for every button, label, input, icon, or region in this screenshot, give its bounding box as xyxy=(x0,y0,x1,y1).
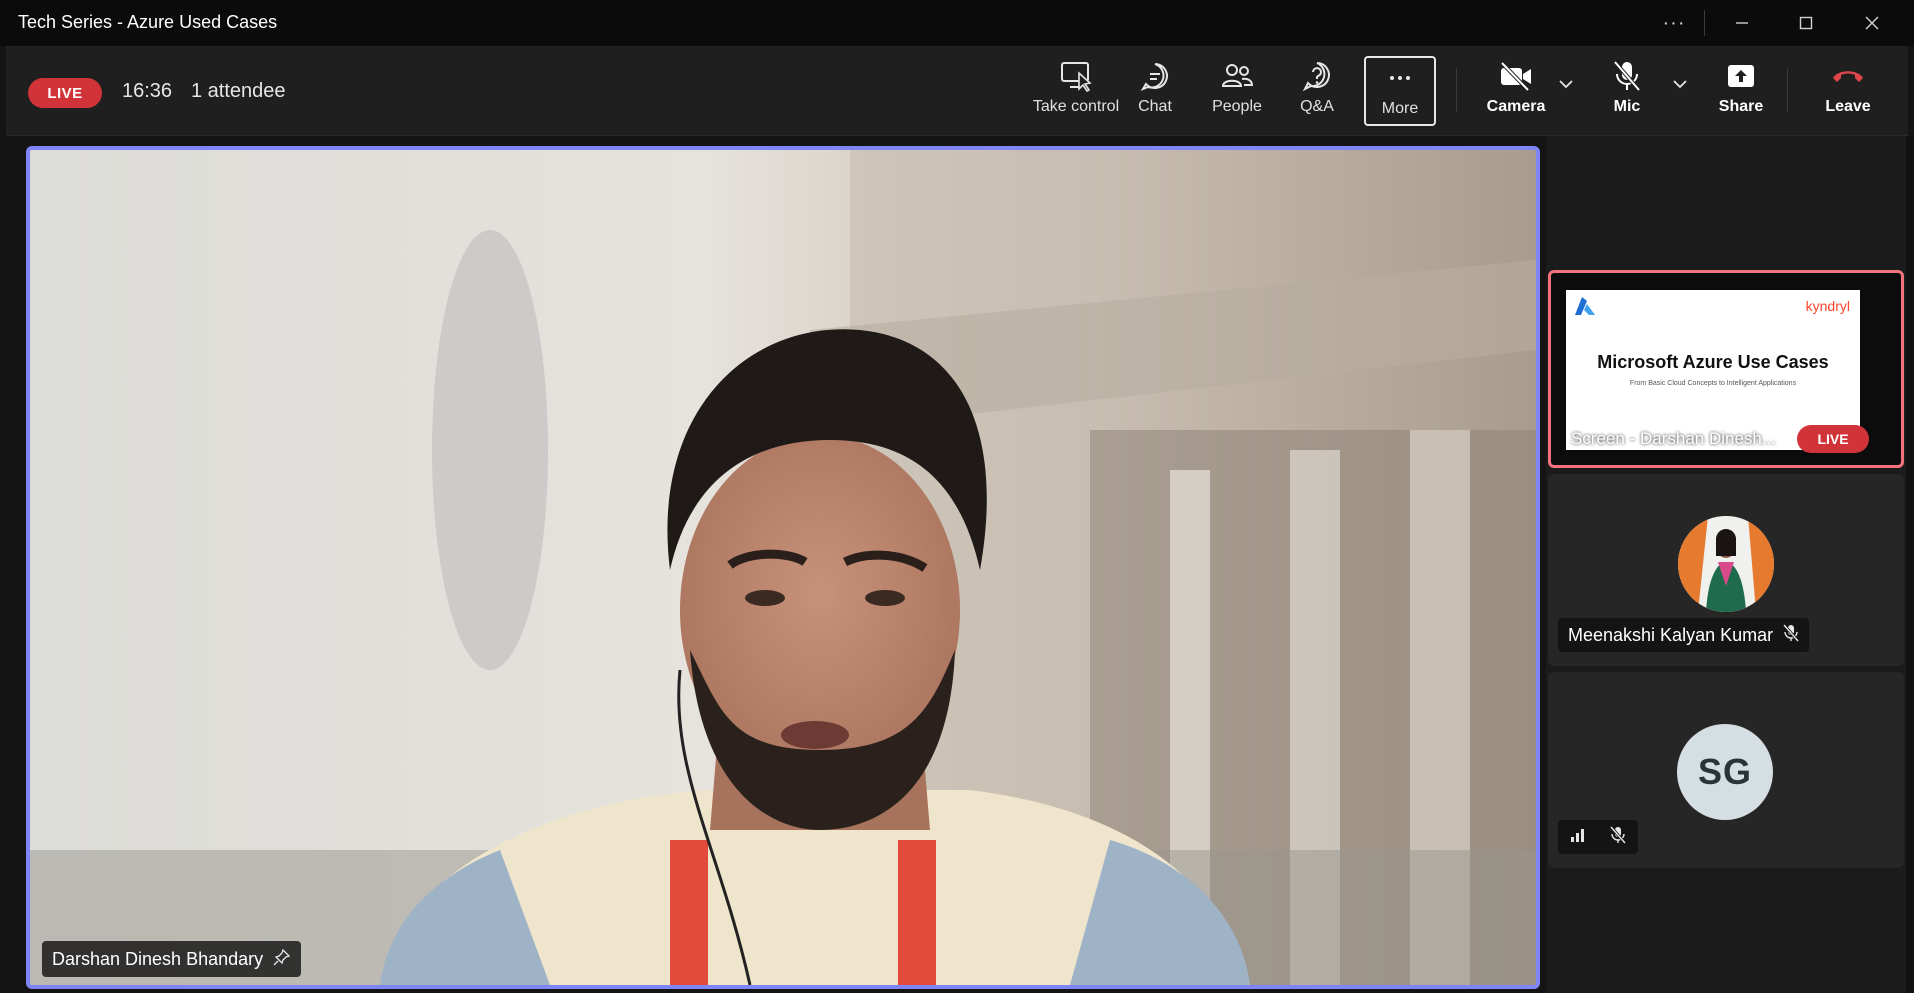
speaker-name: Darshan Dinesh Bhandary xyxy=(52,948,264,969)
more-label: More xyxy=(1381,100,1419,117)
participant-gallery: kyndryl Microsoft Azure Use Cases From B… xyxy=(1546,136,1914,993)
window-edge xyxy=(1906,136,1914,993)
close-icon[interactable] xyxy=(1842,0,1902,46)
title-bar: Tech Series - Azure Used Cases ··· xyxy=(0,0,1914,46)
meeting-timer: 16:36 xyxy=(122,80,173,102)
ellipsis-icon[interactable]: ··· xyxy=(1644,0,1704,46)
avatar-initials: SG xyxy=(1677,724,1773,820)
mic-off-icon xyxy=(1611,56,1643,96)
mic-options-button[interactable] xyxy=(1666,56,1694,126)
maximize-icon[interactable] xyxy=(1776,0,1836,46)
more-button[interactable]: More xyxy=(1364,56,1436,126)
leave-button[interactable]: Leave xyxy=(1810,56,1886,126)
participant-name-tag: Meenakshi Kalyan Kumar xyxy=(1558,618,1810,652)
camera-options-button[interactable] xyxy=(1552,56,1580,126)
slide-subtitle: From Basic Cloud Concepts to Intelligent… xyxy=(1629,380,1797,387)
participant-video-feed xyxy=(30,150,1536,985)
chevron-down-icon xyxy=(1557,56,1575,96)
people-icon xyxy=(1220,56,1254,96)
avatar xyxy=(1678,516,1774,612)
slide-brand: kyndryl xyxy=(1805,298,1850,314)
camera-button[interactable]: Camera xyxy=(1476,56,1556,126)
more-dots-icon xyxy=(1385,58,1415,98)
attendee-count: 1 attendee xyxy=(191,80,286,102)
participant-tile[interactable]: SG xyxy=(1548,672,1904,868)
minimize-icon[interactable] xyxy=(1712,0,1772,46)
azure-logo-icon xyxy=(1574,296,1596,321)
participant-name: Meenakshi Kalyan Kumar xyxy=(1568,624,1774,645)
pin-icon[interactable] xyxy=(273,948,291,971)
chat-label: Chat xyxy=(1138,98,1172,115)
signal-strength-icon xyxy=(1570,828,1586,847)
toolbar-divider xyxy=(1787,68,1788,112)
question-answer-icon xyxy=(1301,56,1333,96)
share-screen-icon xyxy=(1725,56,1757,96)
take-control-icon xyxy=(1059,56,1093,96)
mic-label: Mic xyxy=(1613,98,1641,115)
share-label: Share xyxy=(1718,98,1764,115)
screen-share-label: Screen - Darshan Dinesh... xyxy=(1571,429,1777,448)
teams-meeting-window: Tech Series - Azure Used Cases ··· LIVE … xyxy=(0,0,1914,993)
camera-off-icon xyxy=(1498,56,1534,96)
mic-off-icon xyxy=(1609,825,1627,849)
qa-button[interactable]: Q&A xyxy=(1282,56,1352,126)
people-label: People xyxy=(1212,98,1262,115)
meeting-toolbar: LIVE 16:36 1 attendee Take control Chat … xyxy=(6,46,1908,136)
title-bar-divider xyxy=(1704,10,1705,36)
active-speaker-video[interactable]: Darshan Dinesh Bhandary xyxy=(26,146,1540,989)
mic-button[interactable]: Mic xyxy=(1592,56,1662,126)
speaker-name-tag: Darshan Dinesh Bhandary xyxy=(42,941,302,977)
live-badge: LIVE xyxy=(28,78,102,108)
participant-tile[interactable]: Meenakshi Kalyan Kumar xyxy=(1548,474,1904,666)
chevron-down-icon xyxy=(1671,56,1689,96)
main-stage: Darshan Dinesh Bhandary xyxy=(6,136,1542,993)
leave-label: Leave xyxy=(1825,98,1871,115)
chat-icon xyxy=(1139,56,1171,96)
toolbar-divider xyxy=(1456,68,1457,112)
qa-label: Q&A xyxy=(1300,98,1334,115)
slide-title: Microsoft Azure Use Cases xyxy=(1597,352,1829,372)
camera-label: Camera xyxy=(1486,98,1546,115)
participant-status-tag xyxy=(1558,820,1638,854)
chat-button[interactable]: Chat xyxy=(1120,56,1190,126)
mic-off-icon xyxy=(1782,623,1800,647)
hang-up-icon xyxy=(1830,56,1866,96)
screen-share-tile[interactable]: kyndryl Microsoft Azure Use Cases From B… xyxy=(1548,270,1904,468)
take-control-label: Take control xyxy=(1032,98,1120,115)
people-button[interactable]: People xyxy=(1202,56,1272,126)
share-button[interactable]: Share xyxy=(1706,56,1776,126)
screen-live-badge: LIVE xyxy=(1797,425,1869,453)
window-title: Tech Series - Azure Used Cases xyxy=(18,12,278,32)
